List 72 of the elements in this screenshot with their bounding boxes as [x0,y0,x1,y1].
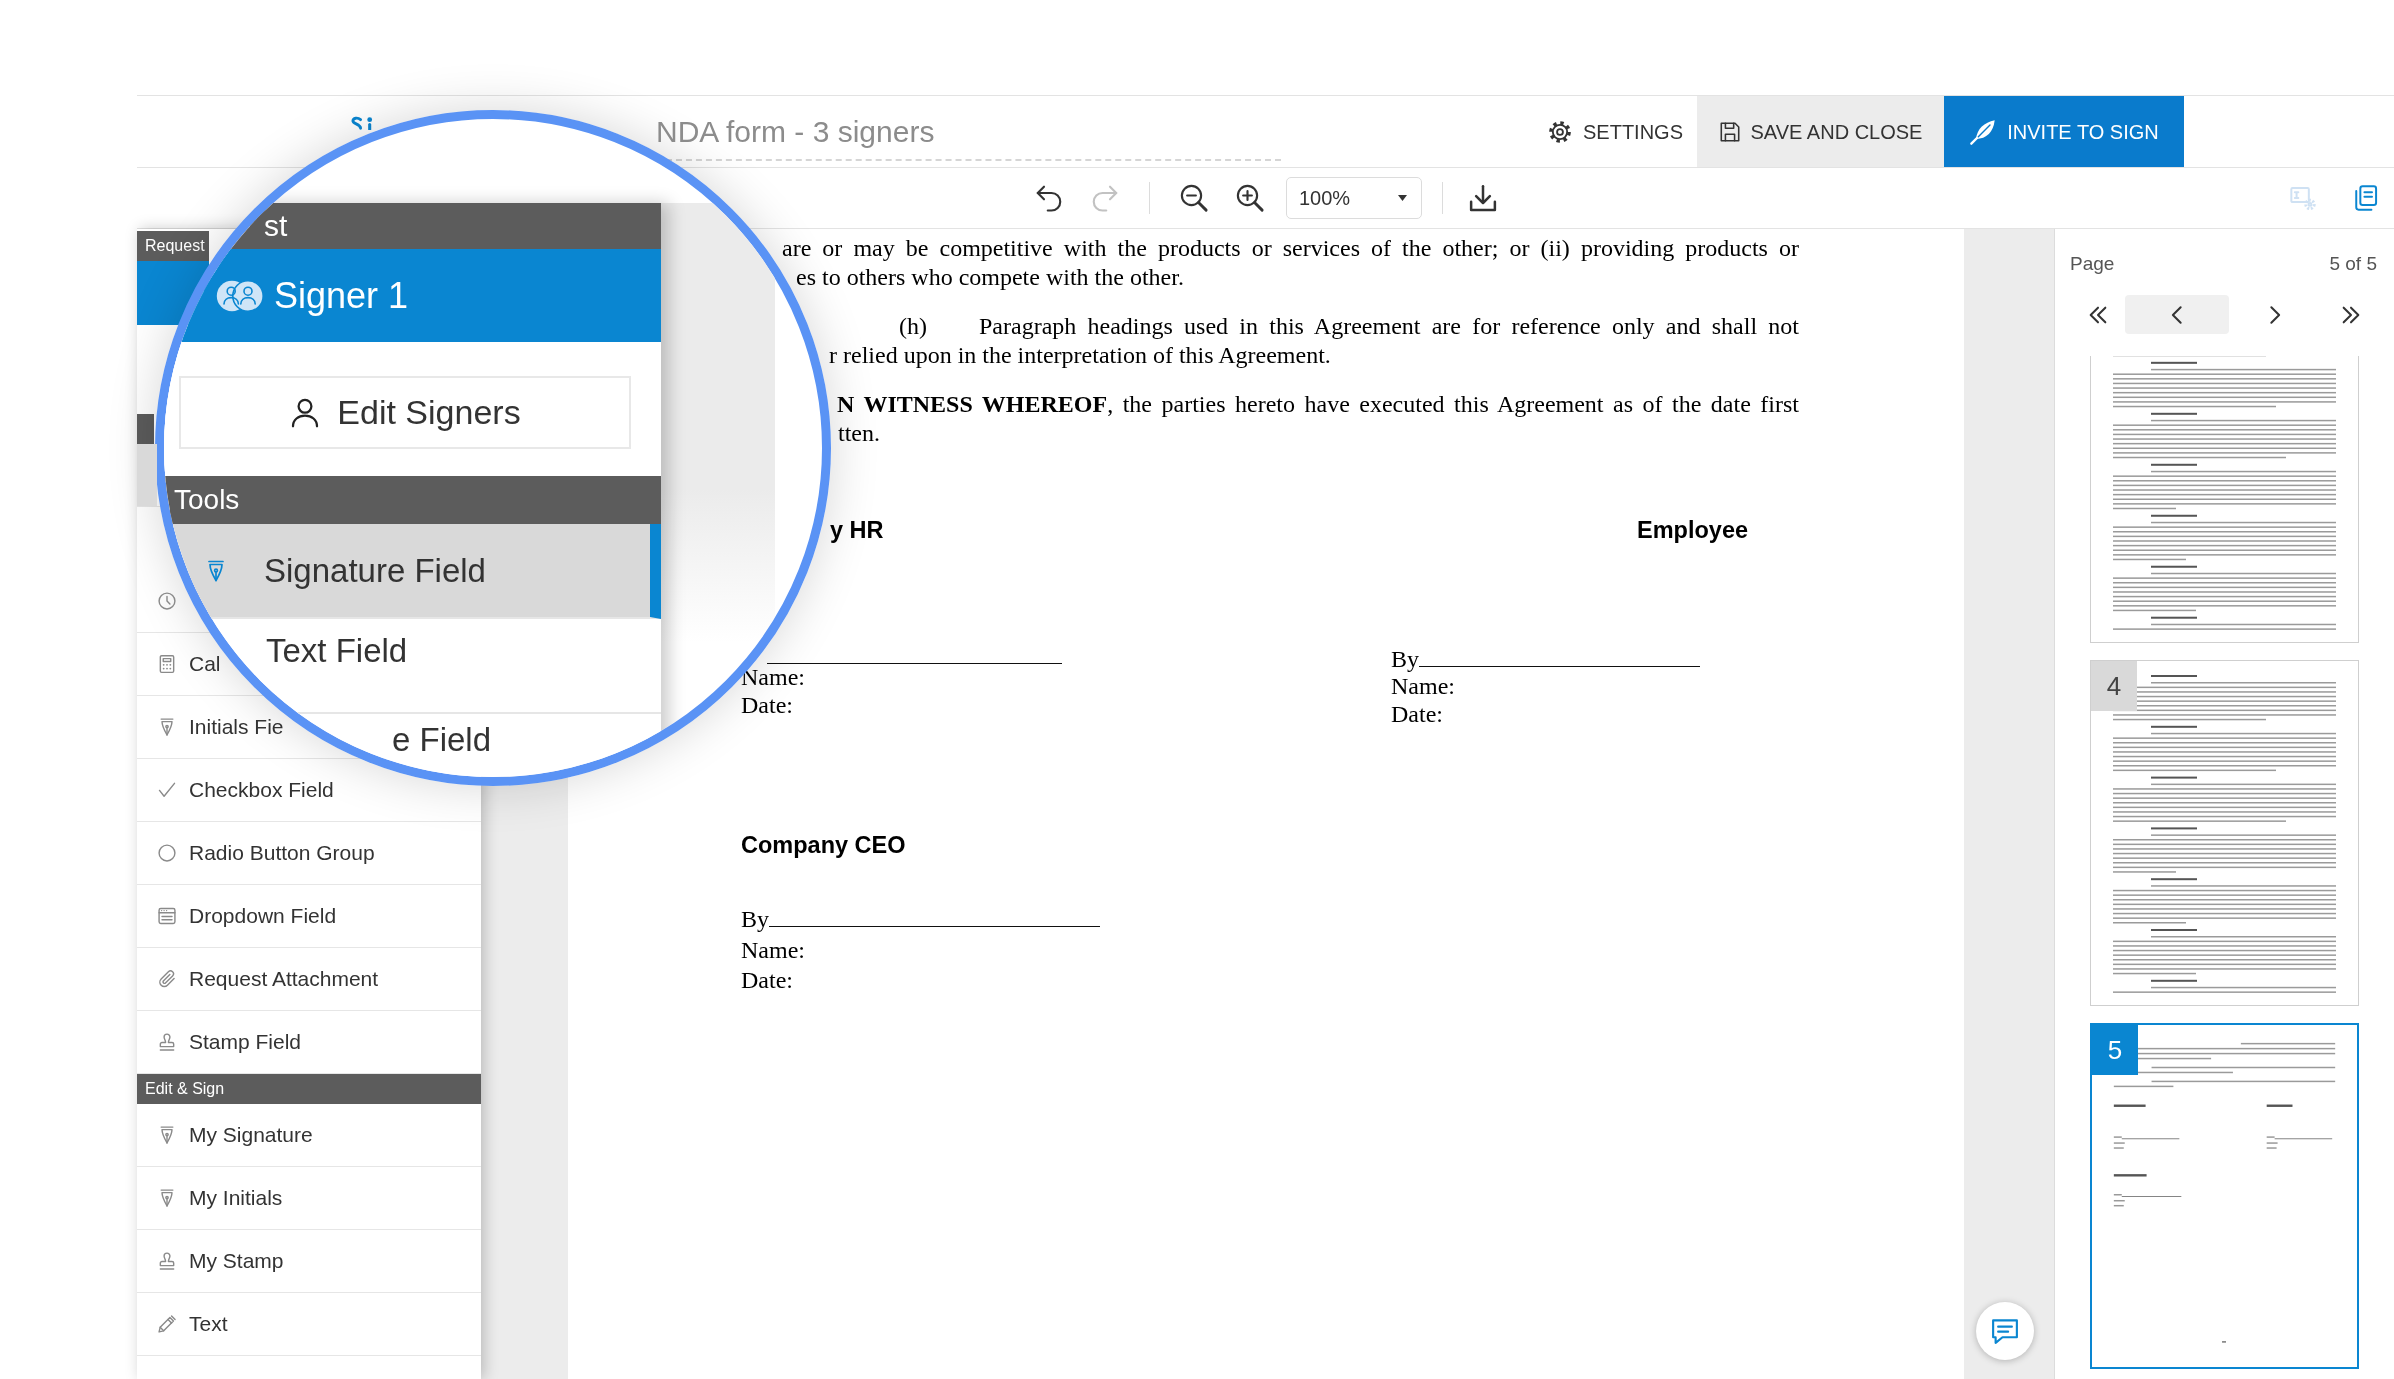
tool-item[interactable]: Text Field [265,619,661,683]
list-window-icon [157,906,177,926]
tool-item[interactable]: Radio Button Group [137,822,481,884]
page-number: 5 [2092,1025,2138,1075]
zoom-in-icon [1235,183,1265,213]
signature-field-label: Name: [741,935,805,965]
section-header: Request [137,231,209,261]
logo-icon [351,116,374,130]
signature-field-label: Date: [1391,701,1443,728]
document-text-line: Paragraph headings used in this Agreement are for reference only and shall not [979,312,1799,341]
document-text-line: tten. [838,419,880,448]
undo-icon [1034,183,1064,213]
tool-item[interactable]: Checkbox Field [137,770,353,810]
tool-item[interactable]: Text [137,1293,481,1355]
tool-item[interactable]: My Stamp [137,1230,481,1292]
signature-block-title: Employee [1636,517,1749,543]
document-text-line: es to others who compete with the other. [796,263,1184,292]
signature-field-label: Date: [741,966,793,995]
tool-item[interactable]: My Signature [137,1104,481,1166]
page-label: Page [2070,253,2115,275]
chat-button[interactable] [1976,1302,2034,1360]
signature-field-label: Name: [1391,673,1455,700]
by-label: By [1391,646,1419,673]
edit-signers-button[interactable]: Edit Signers [179,376,631,449]
zoom-out-button[interactable] [1179,183,1209,213]
redo-icon [1090,183,1120,213]
clock-icon [157,591,177,611]
tool-item[interactable]: Stamp Field [137,1011,481,1073]
zoom-in-button[interactable] [1235,183,1265,213]
save-and-close-button[interactable]: SAVE AND CLOSE [1697,96,1944,167]
download-button[interactable] [1468,183,1498,213]
document-text-line: r relied upon in the interpretation of this Agreement. [829,341,1331,370]
tool-item[interactable]: Request Attachment [137,948,481,1010]
settings-button[interactable]: SETTINGS [1540,96,1690,167]
settings-icon [1547,118,1573,145]
pencil-icon [157,1314,177,1334]
zoom-select[interactable]: 100% [1286,177,1422,219]
calculator-icon [157,654,177,674]
avatar-pair-icon [216,279,264,312]
page-thumbnail[interactable] [2090,356,2359,643]
signature-field-label: Name: [741,664,805,691]
tool-item[interactable]: Initials Fie [137,715,283,739]
section-header [137,414,154,444]
by-label: By [741,905,769,934]
page-thumbnail[interactable]: 4 [2090,660,2359,1006]
zoom-out-icon [1179,183,1209,213]
checkmark-icon [157,780,177,800]
chat-icon [1990,1316,2020,1346]
list-marker: (h) [899,312,928,341]
tool-item[interactable]: Cal [137,650,221,678]
document-text-line: N WITNESS WHEREOF, the parties hereto have executed this Agreement as of the date first [837,390,1799,419]
signature-block-title: y HR [829,517,884,543]
tool-item[interactable]: My Initials [137,1167,481,1229]
text-box-gear-icon [2289,184,2317,212]
undo-button[interactable] [1034,183,1064,213]
page-thumbnail[interactable]: 5 [2090,1023,2359,1369]
caret-icon [1398,195,1407,201]
signature-field-label: Date: [741,692,793,719]
document-text-line: are or may be competitive with the products or services of the other; or (ii) providing products or [782,234,1799,263]
section-header: Edit & Sign [137,1074,481,1104]
tool-item[interactable]: e Field [392,720,580,760]
stamp-icon [157,1032,177,1052]
page-number: 4 [2091,661,2137,711]
circle-icon [157,843,177,863]
feather-icon [1969,117,1998,146]
stamp-icon [157,1251,177,1271]
invite-to-sign-button[interactable]: INVITE TO SIGN [1944,96,2184,167]
download-icon [1468,183,1498,213]
page-count: 5 of 5 [2329,253,2377,275]
paperclip-icon [157,969,177,989]
signature-block-title: Company CEO [741,832,906,858]
tool-item[interactable]: Dropdown Field [137,885,481,947]
